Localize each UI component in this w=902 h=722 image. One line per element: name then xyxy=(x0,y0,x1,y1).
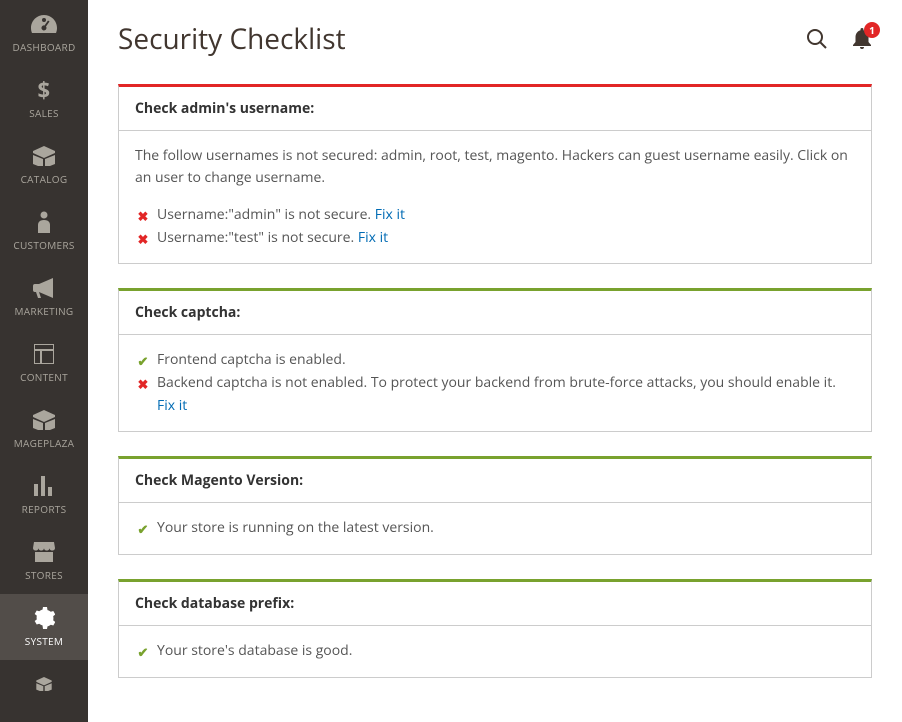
sidebar-item-extra[interactable] xyxy=(0,660,88,712)
sidebar-item-label: CONTENT xyxy=(20,370,68,384)
sidebar-item-customers[interactable]: CUSTOMERS xyxy=(0,198,88,264)
svg-text:$: $ xyxy=(38,78,51,102)
check-text: Backend captcha is not enabled. To prote… xyxy=(157,372,855,417)
sidebar-item-label: MAGEPLAZA xyxy=(14,436,74,450)
check-icon: ✔ xyxy=(135,642,151,663)
sidebar-item-system[interactable]: SYSTEM xyxy=(0,594,88,660)
check-text: Your store is running on the latest vers… xyxy=(157,517,434,539)
megaphone-icon xyxy=(33,276,55,300)
fix-it-link[interactable]: Fix it xyxy=(157,396,187,415)
check-text: Username:"admin" is not secure. Fix it xyxy=(157,204,405,226)
sidebar-item-label: DASHBOARD xyxy=(12,40,75,54)
checklist-card: Check database prefix: ✔ Your store's data… xyxy=(118,579,872,678)
sidebar-item-content[interactable]: CONTENT xyxy=(0,330,88,396)
card-body: ✔ Your store is running on the latest ver… xyxy=(119,503,871,554)
box3-icon xyxy=(33,672,55,696)
main-content: Security Checklist 1 Check admin's usern… xyxy=(88,0,902,722)
check-icon: ✔ xyxy=(135,351,151,372)
notifications-button[interactable]: 1 xyxy=(852,28,872,50)
search-icon[interactable] xyxy=(806,28,828,50)
sidebar-item-label: CUSTOMERS xyxy=(13,238,74,252)
card-title: Check captcha: xyxy=(119,291,871,335)
check-icon: ✔ xyxy=(135,519,151,540)
check-line: ✔ Your store is running on the latest ver… xyxy=(135,517,855,540)
checklist-card: Check captcha: ✔ Frontend captcha is enabl… xyxy=(118,288,872,432)
dollar-icon: $ xyxy=(37,78,51,102)
fix-it-link[interactable]: Fix it xyxy=(358,228,388,247)
check-text: Your store's database is good. xyxy=(157,640,352,662)
sidebar-item-marketing[interactable]: MARKETING xyxy=(0,264,88,330)
sidebar-item-label: SALES xyxy=(29,106,59,120)
checklist-card: Check admin's username: The follow userna… xyxy=(118,84,872,264)
check-line: ✔ Frontend captcha is enabled. xyxy=(135,349,855,372)
sidebar: DASHBOARD $ SALES CATALOG CUSTOMERS MARK… xyxy=(0,0,88,722)
gauge-icon xyxy=(31,12,57,36)
card-body: ✔ Your store's database is good. xyxy=(119,626,871,677)
sidebar-item-dashboard[interactable]: DASHBOARD xyxy=(0,0,88,66)
cross-icon: ✖ xyxy=(135,229,151,250)
notification-badge: 1 xyxy=(864,22,880,38)
sidebar-item-label: REPORTS xyxy=(22,502,67,516)
check-text: Frontend captcha is enabled. xyxy=(157,349,346,371)
check-line: ✖ Backend captcha is not enabled. To prot… xyxy=(135,372,855,417)
layout-icon xyxy=(34,342,54,366)
card-description: The follow usernames is not secured: adm… xyxy=(135,145,855,190)
sidebar-item-label: SYSTEM xyxy=(25,634,63,648)
check-line: ✖ Username:"admin" is not secure. Fix it xyxy=(135,204,855,227)
card-body: The follow usernames is not secured: adm… xyxy=(119,131,871,263)
cross-icon: ✖ xyxy=(135,374,151,395)
card-title: Check Magento Version: xyxy=(119,459,871,503)
sidebar-item-catalog[interactable]: CATALOG xyxy=(0,132,88,198)
checklist-card: Check Magento Version: ✔ Your store is run… xyxy=(118,456,872,555)
fix-it-link[interactable]: Fix it xyxy=(375,205,405,224)
cross-icon: ✖ xyxy=(135,206,151,227)
check-line: ✖ Username:"test" is not secure. Fix it xyxy=(135,227,855,250)
card-title: Check admin's username: xyxy=(119,87,871,131)
box-icon xyxy=(33,144,55,168)
card-title: Check database prefix: xyxy=(119,582,871,626)
sidebar-item-label: STORES xyxy=(25,568,63,582)
sidebar-item-stores[interactable]: STORES xyxy=(0,528,88,594)
sidebar-item-label: CATALOG xyxy=(21,172,68,186)
sidebar-item-label: MARKETING xyxy=(15,304,74,318)
store-icon xyxy=(33,540,55,564)
gear-icon xyxy=(33,606,55,630)
header: Security Checklist 1 xyxy=(118,20,872,58)
sidebar-item-sales[interactable]: $ SALES xyxy=(0,66,88,132)
check-text: Username:"test" is not secure. Fix it xyxy=(157,227,388,249)
box2-icon xyxy=(33,408,55,432)
header-actions: 1 xyxy=(806,28,872,50)
card-body: ✔ Frontend captcha is enabled. ✖ Backend c… xyxy=(119,335,871,431)
sidebar-item-mageplaza[interactable]: MAGEPLAZA xyxy=(0,396,88,462)
sidebar-item-reports[interactable]: REPORTS xyxy=(0,462,88,528)
page-title: Security Checklist xyxy=(118,20,346,58)
bars-icon xyxy=(34,474,54,498)
check-line: ✔ Your store's database is good. xyxy=(135,640,855,663)
person-icon xyxy=(37,210,51,234)
